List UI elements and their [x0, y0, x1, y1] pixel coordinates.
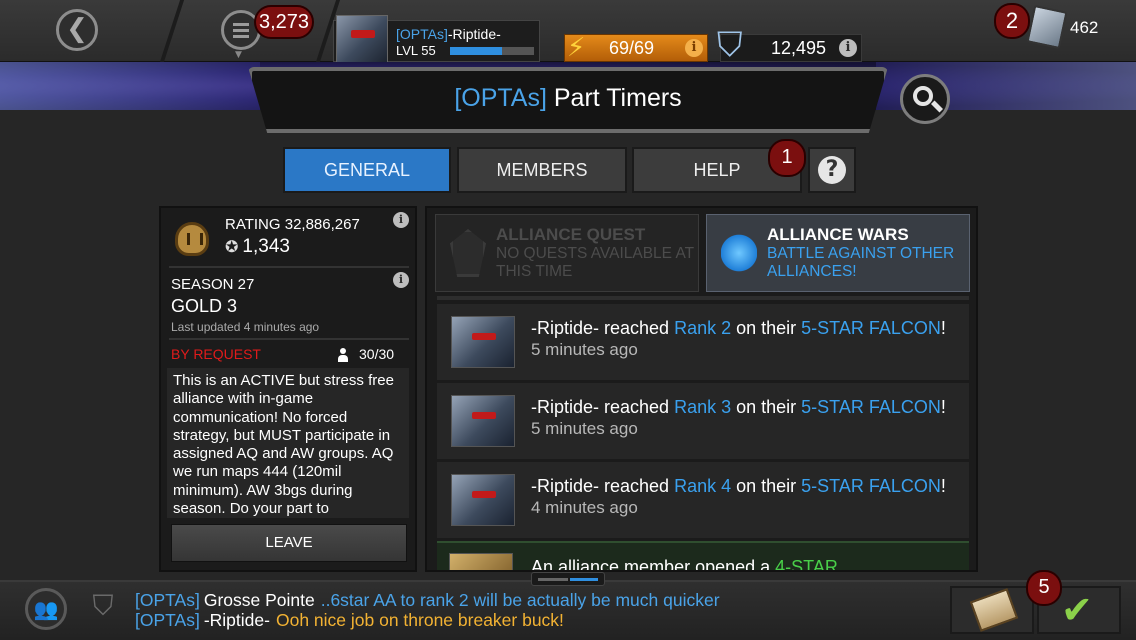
member-capacity: 30/30 [359, 346, 395, 362]
feed-message: -Riptide- reached Rank 2 on their 5-STAR… [531, 318, 946, 338]
alliance-overview-panel: RATING 32,886,267 ✪ 1,343 i SEASON 27 GOL… [159, 206, 417, 572]
crystal-icon [449, 553, 513, 570]
tab-general[interactable]: GENERAL [283, 147, 451, 193]
champion-portrait [451, 395, 515, 447]
profile-level: LVL 55 [396, 43, 436, 58]
page-title: [OPTAs] Part Timers [454, 84, 682, 112]
feed-message: An alliance member opened a 4-STAR [531, 557, 838, 572]
shield-icon: ⛉ [717, 25, 743, 65]
search-icon[interactable] [900, 74, 950, 124]
members-rating: ✪ 1,343 [225, 236, 290, 257]
alliance-description[interactable]: This is an ACTIVE but stress free allian… [167, 368, 409, 518]
quests-button[interactable] [950, 586, 1034, 634]
avatar [336, 15, 388, 63]
people-icon[interactable]: 👥 [25, 588, 67, 630]
info-icon[interactable]: i [839, 39, 857, 57]
info-icon[interactable]: i [393, 212, 409, 228]
feed-message: -Riptide- reached Rank 3 on their 5-STAR… [531, 397, 946, 417]
xp-progress-fill [450, 47, 503, 55]
quests-notification-badge: 5 [1026, 570, 1062, 606]
divider [437, 296, 969, 300]
person-icon [337, 348, 349, 362]
energy-value: 69/69 [609, 38, 655, 58]
units-value: 462 [1070, 18, 1099, 37]
profile-name: [OPTAs]-Riptide- [396, 26, 501, 42]
alliance-wars-subtitle: BATTLE AGAINST OTHER ALLIANCES! [767, 245, 955, 280]
tab-members[interactable]: MEMBERS [457, 147, 627, 193]
energy-meter[interactable]: ⚡ 69/69 i [564, 33, 708, 63]
alliance-quest-card[interactable]: ALLIANCE QUEST NO QUESTS AVAILABLE AT TH… [435, 214, 699, 292]
feed-item[interactable]: -Riptide- reached Rank 2 on their 5-STAR… [437, 304, 969, 380]
battle-rating[interactable]: ⛉ 12,495 i [717, 25, 862, 65]
lightning-icon: ⚡ [567, 33, 586, 63]
checkmark-icon: ✔ [1061, 588, 1093, 632]
clipboard-icon [969, 588, 1019, 632]
leave-button[interactable]: LEAVE [171, 524, 407, 562]
champion-portrait [451, 474, 515, 526]
feed-item[interactable]: An alliance member opened a 4-STAR [437, 541, 969, 572]
shield-icon[interactable]: ⛉ [82, 588, 124, 630]
feed-time: 5 minutes ago [531, 419, 638, 438]
season-label: SEASON 27 [171, 276, 255, 293]
question-icon: ? [818, 156, 846, 184]
back-arrow-icon[interactable]: ❮ [56, 9, 98, 51]
chat-message: [OPTAs] Grosse Pointe ..6star AA to rank 2… [135, 590, 720, 610]
chevron-down-icon: ▼ [235, 50, 242, 60]
info-icon[interactable]: i [685, 39, 703, 57]
feed-time: 4 minutes ago [531, 498, 638, 517]
units-notification-badge: 2 [994, 3, 1030, 39]
battle-rating-value: 12,495 [771, 38, 827, 58]
alliance-wars-title: ALLIANCE WARS [767, 225, 909, 244]
members-icon: ✪ [225, 239, 239, 256]
top-bar: ❮ ▼ 3,273 [OPTAs]-Riptide- LVL 55 ⚡ 69/6… [0, 0, 1136, 65]
menu-notification-badge: 3,273 [254, 5, 314, 39]
xp-progress-bar [450, 47, 534, 55]
feed-item[interactable]: -Riptide- reached Rank 4 on their 5-STAR… [437, 462, 969, 538]
alliance-quest-title: ALLIANCE QUEST [496, 225, 646, 244]
alliance-quest-icon [450, 229, 486, 277]
alliance-quest-subtitle: NO QUESTS AVAILABLE AT THIS TIME [496, 245, 694, 280]
season-tier: GOLD 3 [171, 296, 238, 316]
info-icon[interactable]: i [393, 272, 409, 288]
alliance-rating: RATING 32,886,267 [225, 216, 360, 233]
chat-message: [OPTAs] -Riptide- Ooh nice job on throne b… [135, 610, 564, 630]
alliance-wars-card[interactable]: ALLIANCE WARS BATTLE AGAINST OTHER ALLIA… [706, 214, 970, 292]
units-icon[interactable] [1026, 4, 1068, 50]
feed-time: 5 minutes ago [531, 340, 638, 359]
profile-card[interactable]: [OPTAs]-Riptide- LVL 55 [333, 15, 540, 63]
help-button[interactable]: ? [808, 147, 856, 193]
last-updated: Last updated 4 minutes ago [171, 320, 320, 334]
divider [159, 0, 185, 62]
alliance-wars-icon [721, 229, 757, 277]
help-notification-badge: 1 [768, 139, 806, 177]
chat-drag-handle[interactable] [531, 572, 605, 586]
feed-message: -Riptide- reached Rank 4 on their 5-STAR… [531, 476, 946, 496]
rank-badge-icon [175, 222, 209, 256]
feed-item[interactable]: -Riptide- reached Rank 3 on their 5-STAR… [437, 383, 969, 459]
activity-panel: ALLIANCE QUEST NO QUESTS AVAILABLE AT TH… [425, 206, 978, 572]
join-mode: BY REQUEST [171, 346, 261, 362]
divider [169, 338, 409, 340]
champion-portrait [451, 316, 515, 368]
divider [169, 266, 409, 268]
